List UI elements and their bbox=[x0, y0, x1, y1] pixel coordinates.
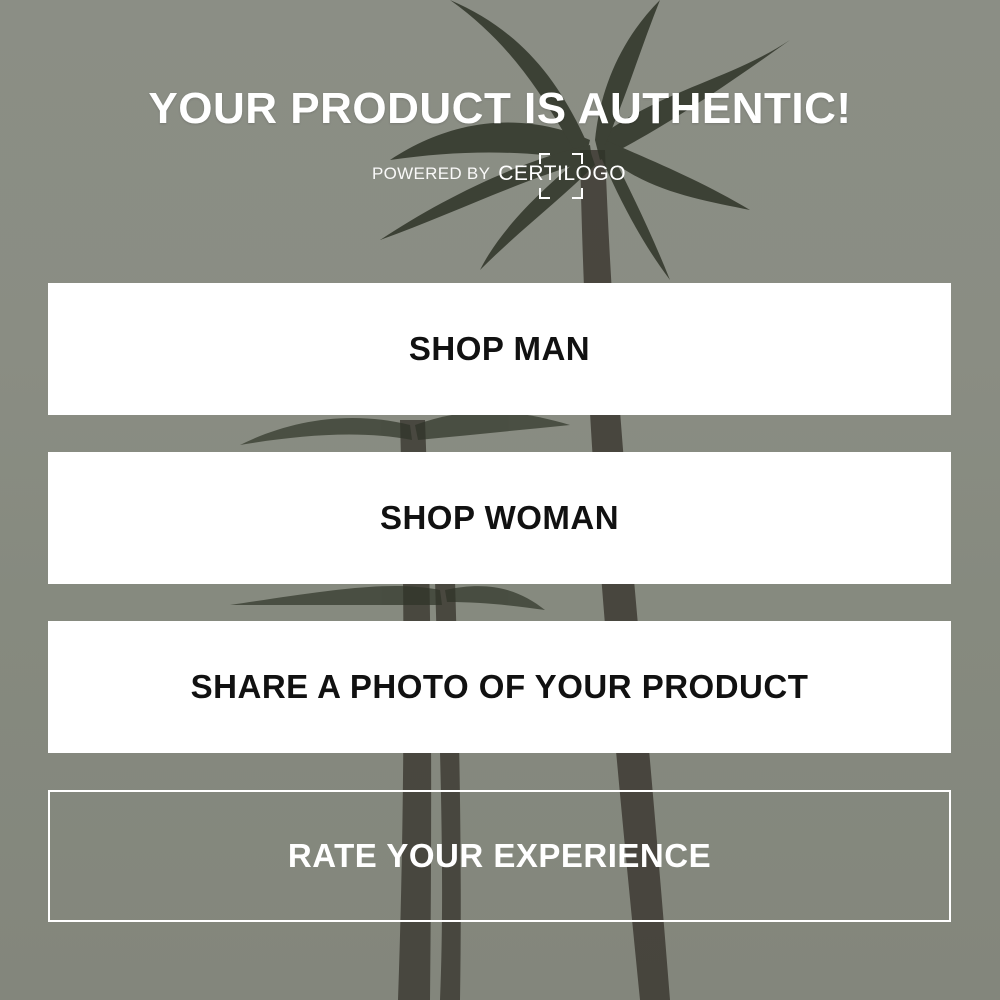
shop-man-button[interactable]: SHOP MAN bbox=[48, 283, 951, 415]
share-photo-label: SHARE A PHOTO OF YOUR PRODUCT bbox=[190, 668, 809, 705]
page-title: YOUR PRODUCT IS AUTHENTIC! bbox=[148, 84, 852, 133]
powered-by-label: POWERED BY bbox=[371, 164, 491, 183]
share-photo-button[interactable]: SHARE A PHOTO OF YOUR PRODUCT bbox=[48, 621, 951, 753]
shop-man-label: SHOP MAN bbox=[408, 330, 591, 367]
brand-logo[interactable]: CERTILOGO bbox=[496, 153, 628, 199]
shop-woman-label: SHOP WOMAN bbox=[379, 499, 620, 536]
rate-experience-button[interactable]: RATE YOUR EXPERIENCE bbox=[48, 790, 951, 922]
brand-name: CERTILOGO bbox=[498, 162, 627, 185]
rate-experience-label: RATE YOUR EXPERIENCE bbox=[287, 837, 712, 874]
powered-by: POWERED BY CERTILOGO bbox=[0, 153, 1000, 199]
shop-woman-button[interactable]: SHOP WOMAN bbox=[48, 452, 951, 584]
